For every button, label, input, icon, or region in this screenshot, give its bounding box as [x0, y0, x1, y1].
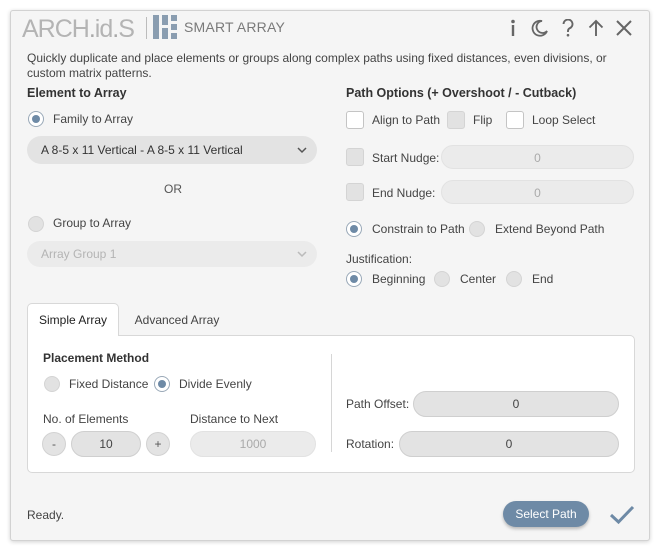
fixed-distance-radio[interactable]: [44, 376, 60, 392]
end-nudge-input[interactable]: 0: [441, 180, 634, 204]
status-text: Ready.: [27, 508, 65, 522]
chevron-down-icon: [297, 251, 307, 258]
tab-simple-array[interactable]: Simple Array: [27, 303, 119, 336]
element-to-array-title: Element to Array: [27, 86, 127, 100]
justification-beginning-radio[interactable]: [346, 271, 362, 287]
fixed-distance-label: Fixed Distance: [69, 377, 149, 391]
justification-end-radio[interactable]: [506, 271, 522, 287]
justification-end-label: End: [532, 272, 554, 286]
smart-array-app-icon: [153, 15, 177, 39]
start-nudge-checkbox[interactable]: [346, 148, 364, 166]
family-to-array-label: Family to Array: [53, 112, 134, 126]
path-offset-label: Path Offset:: [346, 397, 410, 411]
loop-select-label: Loop Select: [532, 113, 596, 127]
constrain-to-path-radio[interactable]: [346, 221, 362, 237]
or-label: OR: [164, 182, 182, 196]
description-text: Quickly duplicate and place elements or …: [27, 51, 607, 80]
chevron-down-icon: [297, 147, 307, 154]
justification-center-label: Center: [460, 272, 497, 286]
divide-evenly-radio[interactable]: [154, 376, 170, 392]
start-nudge-label: Start Nudge:: [372, 151, 440, 165]
panel-divider: [331, 354, 332, 452]
num-elements-input[interactable]: 10: [71, 431, 141, 457]
end-nudge-label: End Nudge:: [372, 186, 436, 200]
loop-select-checkbox[interactable]: [506, 111, 524, 129]
group-dropdown-value: Array Group 1: [41, 247, 117, 261]
rotation-input[interactable]: 0: [399, 431, 619, 457]
title-separator: [146, 17, 147, 39]
info-icon[interactable]: [502, 17, 524, 39]
confirm-checkmark-icon[interactable]: [609, 504, 635, 526]
distance-to-next-input[interactable]: 1000: [190, 431, 316, 457]
family-dropdown[interactable]: A 8-5 x 11 Vertical - A 8-5 x 11 Vertica…: [27, 136, 317, 164]
smart-array-window: ARCH.id.S SMART ARRAY Quickly duplicate …: [10, 10, 650, 541]
num-elements-label: No. of Elements: [43, 412, 129, 426]
constrain-to-path-label: Constrain to Path: [372, 222, 465, 236]
rotation-label: Rotation:: [346, 437, 395, 451]
align-to-path-label: Align to Path: [372, 113, 441, 127]
justification-beginning-label: Beginning: [372, 272, 426, 286]
up-arrow-icon[interactable]: [585, 17, 607, 39]
divide-evenly-label: Divide Evenly: [179, 377, 252, 391]
flip-label: Flip: [473, 113, 493, 127]
family-dropdown-value: A 8-5 x 11 Vertical - A 8-5 x 11 Vertica…: [41, 143, 243, 157]
placement-method-title: Placement Method: [43, 351, 150, 365]
archids-logo: ARCH.id.S: [22, 15, 135, 43]
flip-checkbox[interactable]: [447, 111, 465, 129]
family-to-array-radio[interactable]: [28, 111, 44, 127]
moon-icon[interactable]: [529, 17, 551, 39]
start-nudge-input[interactable]: 0: [441, 145, 634, 169]
app-title: SMART ARRAY: [184, 19, 286, 35]
group-to-array-label: Group to Array: [53, 216, 132, 230]
extend-beyond-path-label: Extend Beyond Path: [495, 222, 605, 236]
group-to-array-radio[interactable]: [28, 216, 44, 232]
distance-to-next-label: Distance to Next: [190, 412, 279, 426]
justification-center-radio[interactable]: [434, 271, 450, 287]
group-dropdown[interactable]: Array Group 1: [27, 241, 317, 267]
select-path-button[interactable]: Select Path: [503, 501, 589, 527]
close-icon[interactable]: [613, 17, 635, 39]
end-nudge-checkbox[interactable]: [346, 183, 364, 201]
help-icon[interactable]: [557, 17, 579, 39]
path-options-title: Path Options (+ Overshoot / - Cutback): [346, 86, 577, 100]
path-offset-input[interactable]: 0: [413, 391, 619, 417]
extend-beyond-path-radio[interactable]: [469, 221, 485, 237]
justification-label: Justification:: [346, 252, 413, 266]
decrement-button[interactable]: -: [42, 432, 66, 456]
tab-advanced-array[interactable]: Advanced Array: [129, 304, 225, 336]
increment-button[interactable]: +: [146, 432, 170, 456]
align-to-path-checkbox[interactable]: [346, 111, 364, 129]
